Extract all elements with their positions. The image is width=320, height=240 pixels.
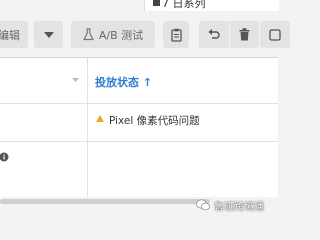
edit-button[interactable]: 编辑 [0,21,28,48]
status-text: Pixel 像素代码问题 [109,115,200,127]
ab-test-button[interactable]: A/B 测试 [71,21,155,48]
sort-arrow-icon[interactable] [72,78,79,82]
edit-label: 编辑 [0,28,20,42]
warning-icon [96,115,104,122]
edit-dropdown-button[interactable] [34,21,63,48]
breadcrumb-label: 7 日系列 [162,0,206,10]
flask-icon [83,28,94,41]
more-icon [269,28,281,41]
table-header: 投放状态 ↑ [0,58,278,104]
more-button[interactable] [260,21,290,48]
watermark: 鲁班跨境通 [196,196,264,214]
delete-button[interactable] [230,21,259,48]
ab-test-label: A/B 测试 [98,28,144,42]
table-row[interactable]: Pixel 像素代码问题 [0,104,278,142]
undo-button[interactable] [199,21,229,48]
clipboard-icon [170,28,182,42]
caret-down-icon [43,31,54,38]
toolbar: 编辑 A/B 测试 [0,11,290,57]
trash-icon [239,28,250,41]
horizontal-scrollbar[interactable] [0,199,210,204]
watermark-text: 鲁班跨境通 [214,201,264,213]
clipboard-button[interactable] [163,21,189,48]
wechat-icon [196,199,210,211]
campaign-table: 投放状态 ↑ Pixel 像素代码问题 [0,57,278,197]
folder-icon [153,0,160,6]
info-icon[interactable] [0,152,10,162]
undo-icon [208,29,220,39]
column-header-status[interactable]: 投放状态 ↑ [95,74,152,90]
